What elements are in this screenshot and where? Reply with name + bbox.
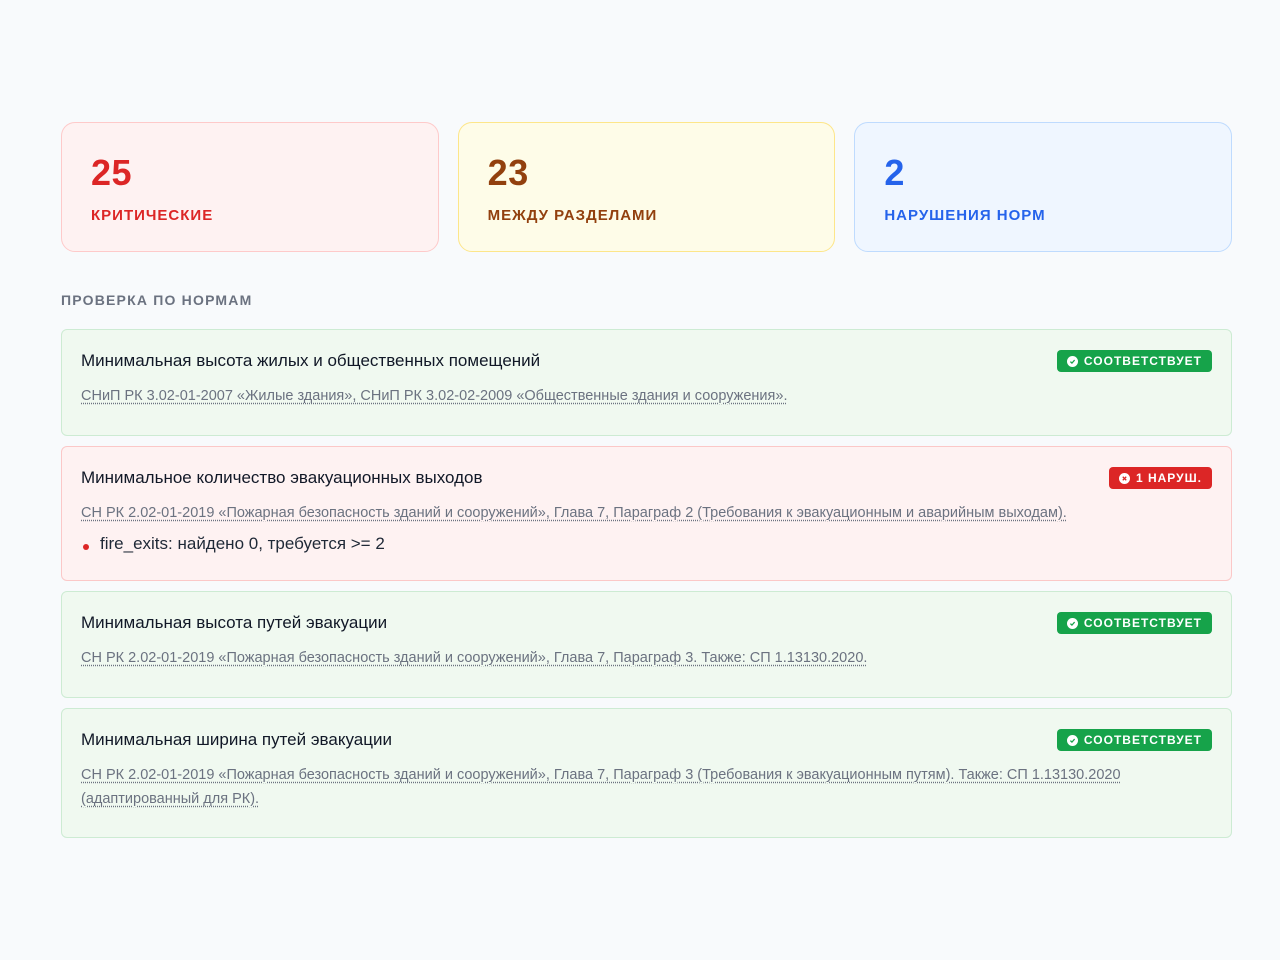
stat-label: МЕЖДУ РАЗДЕЛАМИ: [487, 207, 658, 224]
status-badge-label: 1 НАРУШ.: [1135, 471, 1202, 485]
check-item: Минимальное количество эвакуационных вых…: [61, 446, 1232, 581]
norm-checks-list: Минимальная высота жилых и общественных …: [61, 329, 1232, 848]
check-reference-link[interactable]: СНиП РК 3.02-01-2007 «Жилые здания», СНи…: [81, 384, 1181, 408]
stat-card-cross-section[interactable]: 23 МЕЖДУ РАЗДЕЛАМИ: [457, 122, 836, 252]
status-badge: СООТВЕТСТВУЕТ: [1056, 612, 1212, 634]
stat-label: КРИТИЧЕСКИЕ: [91, 207, 214, 224]
stat-value: 2: [884, 152, 905, 193]
check-reference-link[interactable]: СН РК 2.02-01-2019 «Пожарная безопасност…: [81, 763, 1181, 811]
check-title: Минимальная ширина путей эвакуации: [81, 730, 392, 749]
check-reference-link[interactable]: СН РК 2.02-01-2019 «Пожарная безопасност…: [81, 646, 1181, 670]
bullet-icon: [83, 544, 89, 550]
page: 25 КРИТИЧЕСКИЕ 23 МЕЖДУ РАЗДЕЛАМИ 2 НАРУ…: [0, 0, 1280, 960]
check-circle-icon: [1066, 734, 1078, 746]
issue-text: fire_exits: найдено 0, требуется >= 2: [100, 534, 385, 553]
check-item: Минимальная высота жилых и общественных …: [61, 329, 1232, 436]
stat-value: 25: [91, 152, 133, 193]
status-badge-label: СООТВЕТСТВУЕТ: [1083, 733, 1202, 747]
stat-label: НАРУШЕНИЯ НОРМ: [884, 207, 1046, 224]
issue-item: fire_exits: найдено 0, требуется >= 2: [81, 534, 1212, 554]
status-badge: СООТВЕТСТВУЕТ: [1056, 350, 1212, 372]
stat-card-norm-violations[interactable]: 2 НАРУШЕНИЯ НОРМ: [854, 122, 1233, 252]
stats-row: 25 КРИТИЧЕСКИЕ 23 МЕЖДУ РАЗДЕЛАМИ 2 НАРУ…: [61, 122, 1233, 252]
check-circle-icon: [1066, 355, 1078, 367]
check-title: Минимальное количество эвакуационных вых…: [81, 468, 483, 487]
stat-value: 23: [487, 152, 529, 193]
x-circle-icon: [1118, 472, 1130, 484]
check-item: Минимальная ширина путей эвакуации СН РК…: [61, 708, 1232, 838]
check-item: Минимальная высота путей эвакуации СН РК…: [61, 591, 1232, 698]
status-badge: 1 НАРУШ.: [1108, 467, 1212, 489]
status-badge: СООТВЕТСТВУЕТ: [1056, 729, 1212, 751]
check-title: Минимальная высота жилых и общественных …: [81, 351, 541, 370]
stat-card-critical[interactable]: 25 КРИТИЧЕСКИЕ: [61, 122, 439, 252]
section-title: ПРОВЕРКА ПО НОРМАМ: [61, 292, 253, 308]
status-badge-label: СООТВЕТСТВУЕТ: [1083, 616, 1202, 630]
check-circle-icon: [1066, 617, 1078, 629]
status-badge-label: СООТВЕТСТВУЕТ: [1083, 354, 1202, 368]
check-reference-link[interactable]: СН РК 2.02-01-2019 «Пожарная безопасност…: [81, 501, 1181, 525]
check-title: Минимальная высота путей эвакуации: [81, 613, 388, 632]
